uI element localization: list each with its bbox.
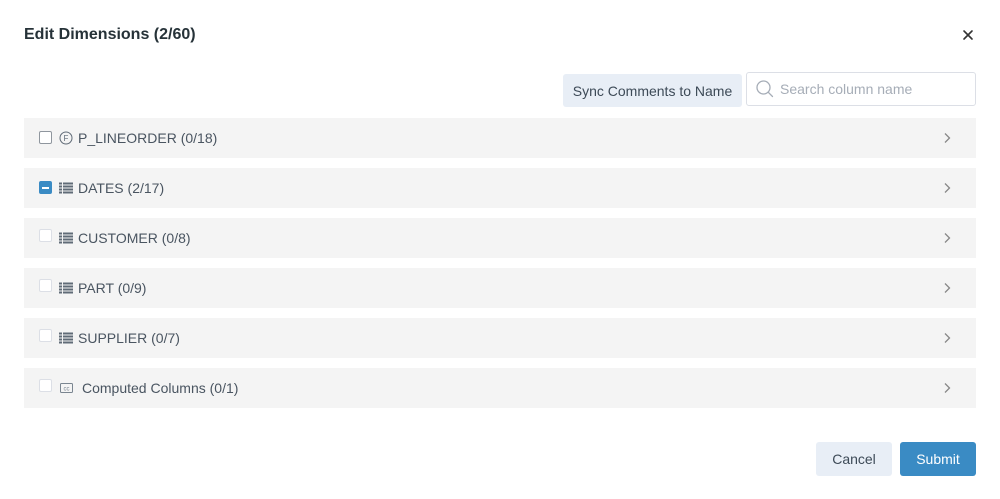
chevron-right-icon[interactable] xyxy=(940,331,954,345)
row-checkbox[interactable] xyxy=(39,379,52,392)
row-checkbox[interactable] xyxy=(39,181,52,194)
close-icon[interactable] xyxy=(958,25,978,45)
chevron-right-icon[interactable] xyxy=(940,131,954,145)
lookup-table-icon xyxy=(59,281,73,295)
fact-table-icon: F xyxy=(59,131,73,145)
svg-text:F: F xyxy=(64,134,69,143)
table-row-computed-columns[interactable]: cc Computed Columns (0/1) xyxy=(24,368,976,408)
table-row-label: CUSTOMER (0/8) xyxy=(78,230,191,246)
table-row-label: P_LINEORDER (0/18) xyxy=(78,130,218,146)
row-checkbox[interactable] xyxy=(39,229,52,242)
table-row-p-lineorder[interactable]: F P_LINEORDER (0/18) xyxy=(24,118,976,158)
table-row-dates[interactable]: DATES (2/17) xyxy=(24,168,976,208)
lookup-table-icon xyxy=(59,231,73,245)
chevron-right-icon[interactable] xyxy=(940,231,954,245)
table-row-label: PART (0/9) xyxy=(78,280,147,296)
table-row-label: DATES (2/17) xyxy=(78,180,165,196)
computed-column-icon: cc xyxy=(59,381,73,395)
table-row-label: SUPPLIER (0/7) xyxy=(78,330,180,346)
svg-text:cc: cc xyxy=(63,387,69,393)
chevron-right-icon[interactable] xyxy=(940,181,954,195)
row-checkbox[interactable] xyxy=(39,329,52,342)
submit-button[interactable]: Submit xyxy=(900,442,976,476)
lookup-table-icon xyxy=(59,331,73,345)
chevron-right-icon[interactable] xyxy=(940,281,954,295)
dialog-title: Edit Dimensions (2/60) xyxy=(24,26,196,43)
cancel-button[interactable]: Cancel xyxy=(816,442,892,476)
search-input[interactable] xyxy=(778,80,975,98)
table-row-label: Computed Columns (0/1) xyxy=(82,380,239,396)
search-icon xyxy=(755,79,775,99)
table-row-supplier[interactable]: SUPPLIER (0/7) xyxy=(24,318,976,358)
row-checkbox[interactable] xyxy=(39,131,52,144)
lookup-table-icon xyxy=(59,181,73,195)
row-checkbox[interactable] xyxy=(39,279,52,292)
chevron-right-icon[interactable] xyxy=(940,381,954,395)
table-row-part[interactable]: PART (0/9) xyxy=(24,268,976,308)
edit-dimensions-dialog: Edit Dimensions (2/60) Sync Comments to … xyxy=(0,0,1000,499)
search-box xyxy=(746,72,976,106)
table-row-customer[interactable]: CUSTOMER (0/8) xyxy=(24,218,976,258)
table-list: F P_LINEORDER (0/18) DATES (2/17) CUSTOM… xyxy=(24,118,976,418)
sync-comments-button[interactable]: Sync Comments to Name xyxy=(563,74,742,107)
